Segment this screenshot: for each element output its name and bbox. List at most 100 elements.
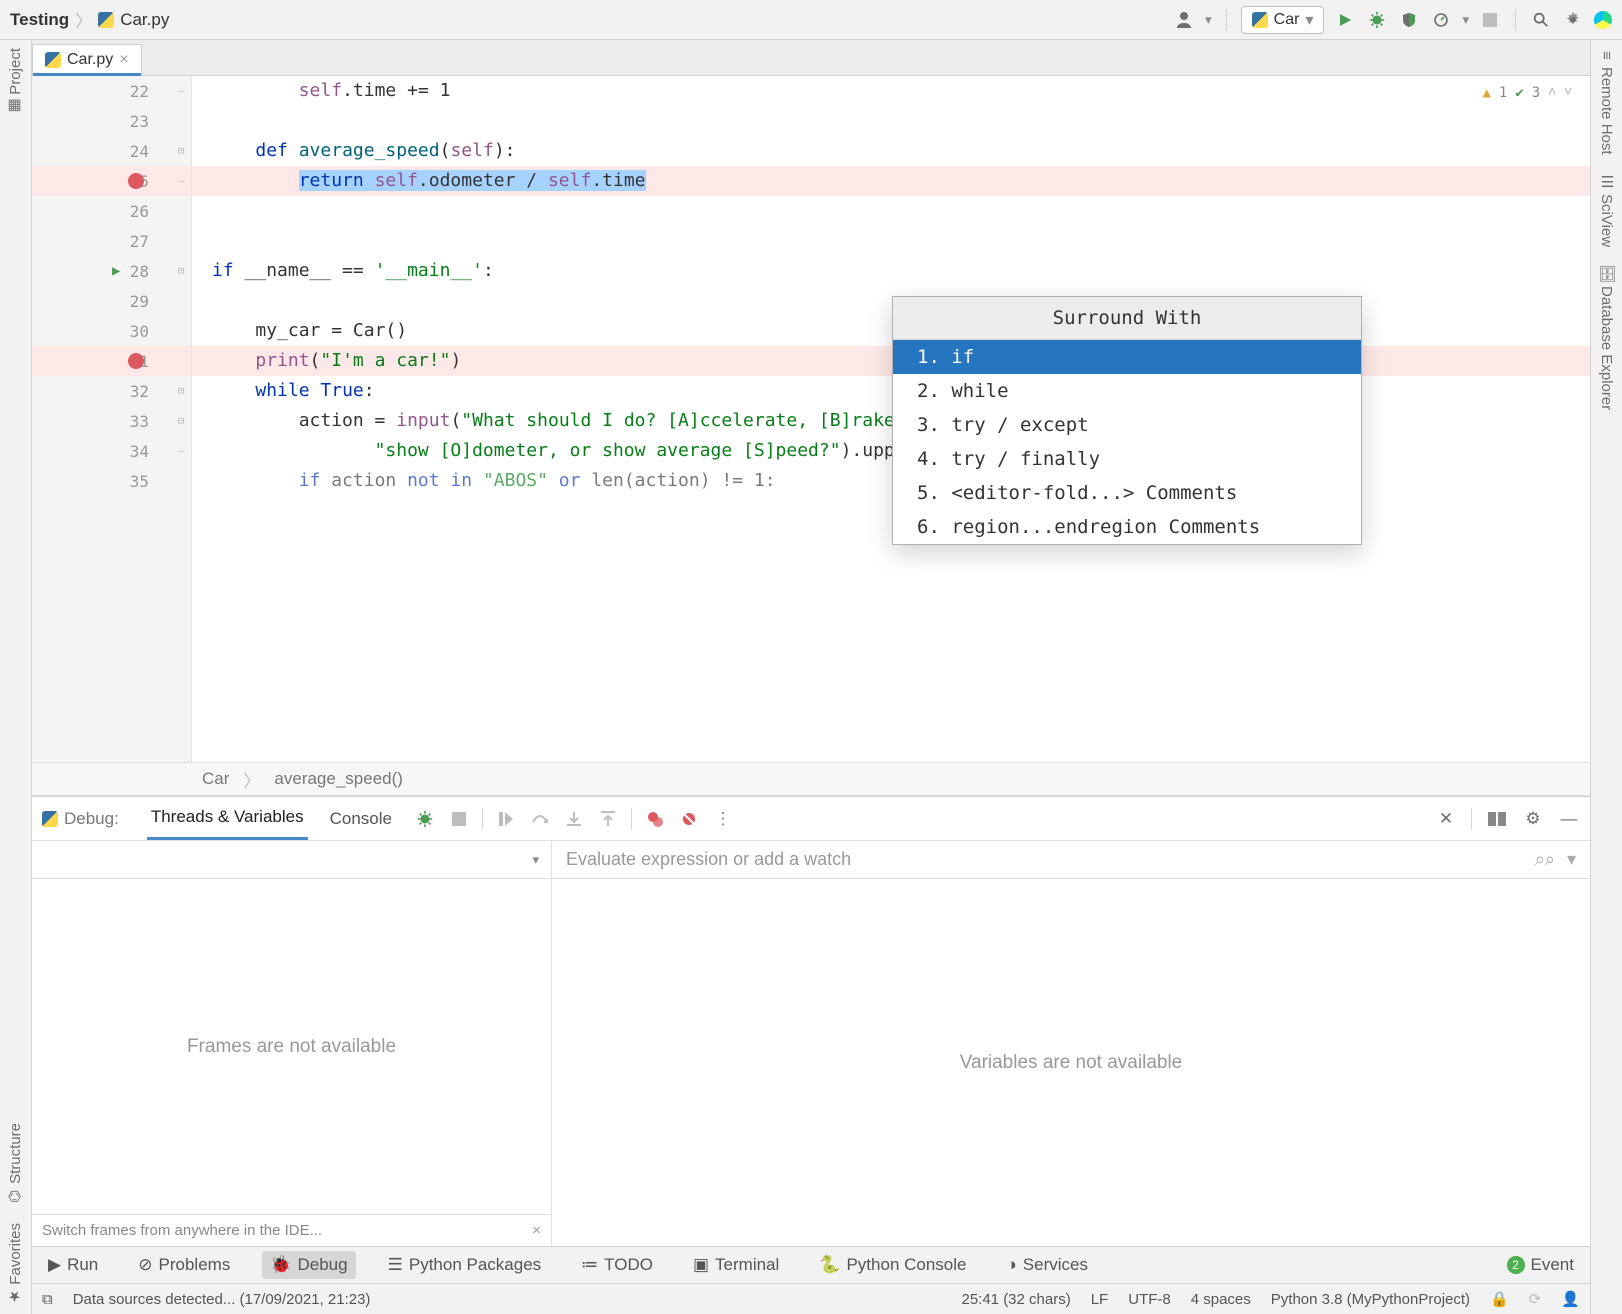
dropdown-caret-icon[interactable]: ▾ (1205, 12, 1212, 28)
fold-icon[interactable]: ⊟ (175, 265, 187, 277)
problems-icon: ⊘ (138, 1255, 152, 1275)
close-icon[interactable]: ✕ (1435, 808, 1457, 830)
close-tab-icon[interactable]: × (119, 51, 128, 69)
left-tool-strip: ▦ Project ⌬ Structure ★ Favorites (0, 40, 32, 1314)
editor-tab[interactable]: Car.py × (32, 44, 142, 75)
code-area[interactable]: ▲1 ✔3 ˄ ˅ self.time += 1 def average_spe… (192, 76, 1590, 762)
dropdown-caret-icon: ▾ (1305, 10, 1313, 30)
fold-icon[interactable]: — (175, 175, 187, 187)
breadcrumb-project[interactable]: Testing (10, 10, 69, 30)
profile-button[interactable] (1430, 9, 1452, 31)
fold-icon[interactable]: ⊟ (175, 145, 187, 157)
editor-tab-bar: Car.py × (32, 40, 1590, 76)
status-message[interactable]: Data sources detected... (17/09/2021, 21… (73, 1291, 371, 1308)
stop-button[interactable] (1479, 9, 1501, 31)
inspection-widget[interactable]: ▲1 ✔3 ˄ ˅ (1482, 84, 1572, 101)
chevron-down-icon[interactable]: ▾ (1567, 849, 1576, 870)
layout-icon[interactable] (1486, 808, 1508, 830)
step-over-icon[interactable] (529, 808, 551, 830)
tab-threads-variables[interactable]: Threads & Variables (147, 797, 308, 840)
python-interpreter[interactable]: Python 3.8 (MyPythonProject) (1271, 1291, 1470, 1308)
breakpoint-icon[interactable] (128, 353, 144, 369)
step-into-icon[interactable] (563, 808, 585, 830)
user-icon[interactable]: 👤 (1561, 1290, 1580, 1308)
close-hint-icon[interactable]: × (532, 1222, 541, 1239)
popup-item-try-finally[interactable]: 4. try / finally (893, 442, 1361, 476)
python-file-icon (1252, 12, 1268, 28)
database-tool-button[interactable]: 🗄 Database Explorer (1598, 267, 1615, 410)
tool-event-log[interactable]: 2 Event (1499, 1251, 1582, 1279)
tool-run[interactable]: ▶Run (40, 1251, 106, 1279)
fold-icon[interactable]: — (175, 445, 187, 457)
run-icon: ▶ (48, 1255, 61, 1275)
eval-input[interactable]: Evaluate expression or add a watch (566, 849, 851, 870)
chevron-up-icon[interactable]: ˄ (1548, 84, 1556, 101)
tool-python-console[interactable]: 🐍Python Console (811, 1251, 974, 1279)
ok-icon: ✔ (1515, 85, 1523, 101)
crumb-class[interactable]: Car (202, 769, 229, 789)
more-icon[interactable]: ⋮ (712, 808, 734, 830)
chevron-down-icon[interactable]: ˅ (1564, 84, 1572, 101)
tool-services[interactable]: ◑Services (999, 1251, 1096, 1279)
sciview-tool-button[interactable]: ☰ SciView (1598, 175, 1615, 247)
rerun-debug-icon[interactable] (414, 808, 436, 830)
editor-gutter[interactable]: 22— 23 24⊟ 25— 26 27 28▶⊟ 29 30 31 32⊟ 3… (32, 76, 192, 762)
line-separator[interactable]: LF (1091, 1291, 1109, 1308)
remote-host-tool-button[interactable]: ≡ Remote Host (1598, 48, 1615, 155)
settings-icon[interactable] (1562, 9, 1584, 31)
fold-icon[interactable]: ⊟ (175, 385, 187, 397)
star-icon: ★ (9, 1290, 23, 1304)
indent-info[interactable]: 4 spaces (1191, 1291, 1251, 1308)
structure-tool-button[interactable]: ⌬ Structure (7, 1123, 24, 1203)
run-button[interactable] (1334, 9, 1356, 31)
window-icon[interactable]: ⧉ (42, 1291, 53, 1308)
coverage-button[interactable] (1398, 9, 1420, 31)
fold-icon[interactable]: ⊟ (175, 415, 187, 427)
event-count-badge: 2 (1507, 1256, 1525, 1274)
settings-icon[interactable]: ⚙ (1522, 808, 1544, 830)
step-out-icon[interactable] (597, 808, 619, 830)
chevron-down-icon: ▾ (532, 852, 539, 868)
favorites-tool-button[interactable]: ★ Favorites (7, 1223, 24, 1304)
minimize-icon[interactable]: — (1558, 808, 1580, 830)
debug-button[interactable] (1366, 9, 1388, 31)
popup-item-region[interactable]: 6. region...endregion Comments (893, 510, 1361, 544)
popup-item-if[interactable]: 1. if (893, 340, 1361, 374)
sync-icon[interactable]: ⟳ (1529, 1290, 1542, 1308)
file-encoding[interactable]: UTF-8 (1128, 1291, 1171, 1308)
lock-icon[interactable]: 🔒 (1490, 1290, 1509, 1308)
run-gutter-icon[interactable]: ▶ (112, 263, 120, 279)
stop-icon[interactable] (448, 808, 470, 830)
popup-item-editor-fold[interactable]: 5. <editor-fold...> Comments (893, 476, 1361, 510)
warning-icon: ▲ (1482, 85, 1490, 101)
tool-todo[interactable]: ≔TODO (573, 1251, 661, 1279)
view-breakpoints-icon[interactable] (644, 808, 666, 830)
popup-item-try-except[interactable]: 3. try / except (893, 408, 1361, 442)
tool-packages[interactable]: ☰Python Packages (380, 1251, 550, 1279)
tab-console[interactable]: Console (326, 799, 396, 839)
breakpoint-icon[interactable] (128, 173, 144, 189)
thread-selector[interactable]: ▾ (32, 841, 551, 879)
run-configuration-selector[interactable]: Car ▾ (1241, 6, 1325, 34)
glasses-icon[interactable]: ⌕⌕ (1535, 849, 1555, 870)
separator (631, 808, 632, 830)
code-editor[interactable]: 22— 23 24⊟ 25— 26 27 28▶⊟ 29 30 31 32⊟ 3… (32, 76, 1590, 762)
project-tool-button[interactable]: ▦ Project (7, 48, 24, 114)
popup-item-while[interactable]: 2. while (893, 374, 1361, 408)
dropdown-caret-icon[interactable]: ▾ (1462, 12, 1469, 28)
project-icon: ▦ (9, 100, 23, 114)
resume-icon[interactable] (495, 808, 517, 830)
user-icon[interactable] (1173, 9, 1195, 31)
separator (1471, 808, 1472, 830)
breadcrumb-file[interactable]: Car.py (120, 10, 169, 30)
tool-terminal[interactable]: ▣Terminal (685, 1251, 787, 1279)
crumb-method[interactable]: average_speed() (274, 769, 403, 789)
ide-logo-icon[interactable] (1594, 11, 1612, 29)
cursor-position[interactable]: 25:41 (32 chars) (961, 1291, 1070, 1308)
tool-problems[interactable]: ⊘Problems (130, 1251, 238, 1279)
tool-debug[interactable]: 🐞Debug (262, 1251, 355, 1279)
database-icon: 🗄 (1600, 267, 1614, 281)
search-icon[interactable] (1530, 9, 1552, 31)
fold-icon[interactable]: — (175, 85, 187, 97)
mute-breakpoints-icon[interactable] (678, 808, 700, 830)
